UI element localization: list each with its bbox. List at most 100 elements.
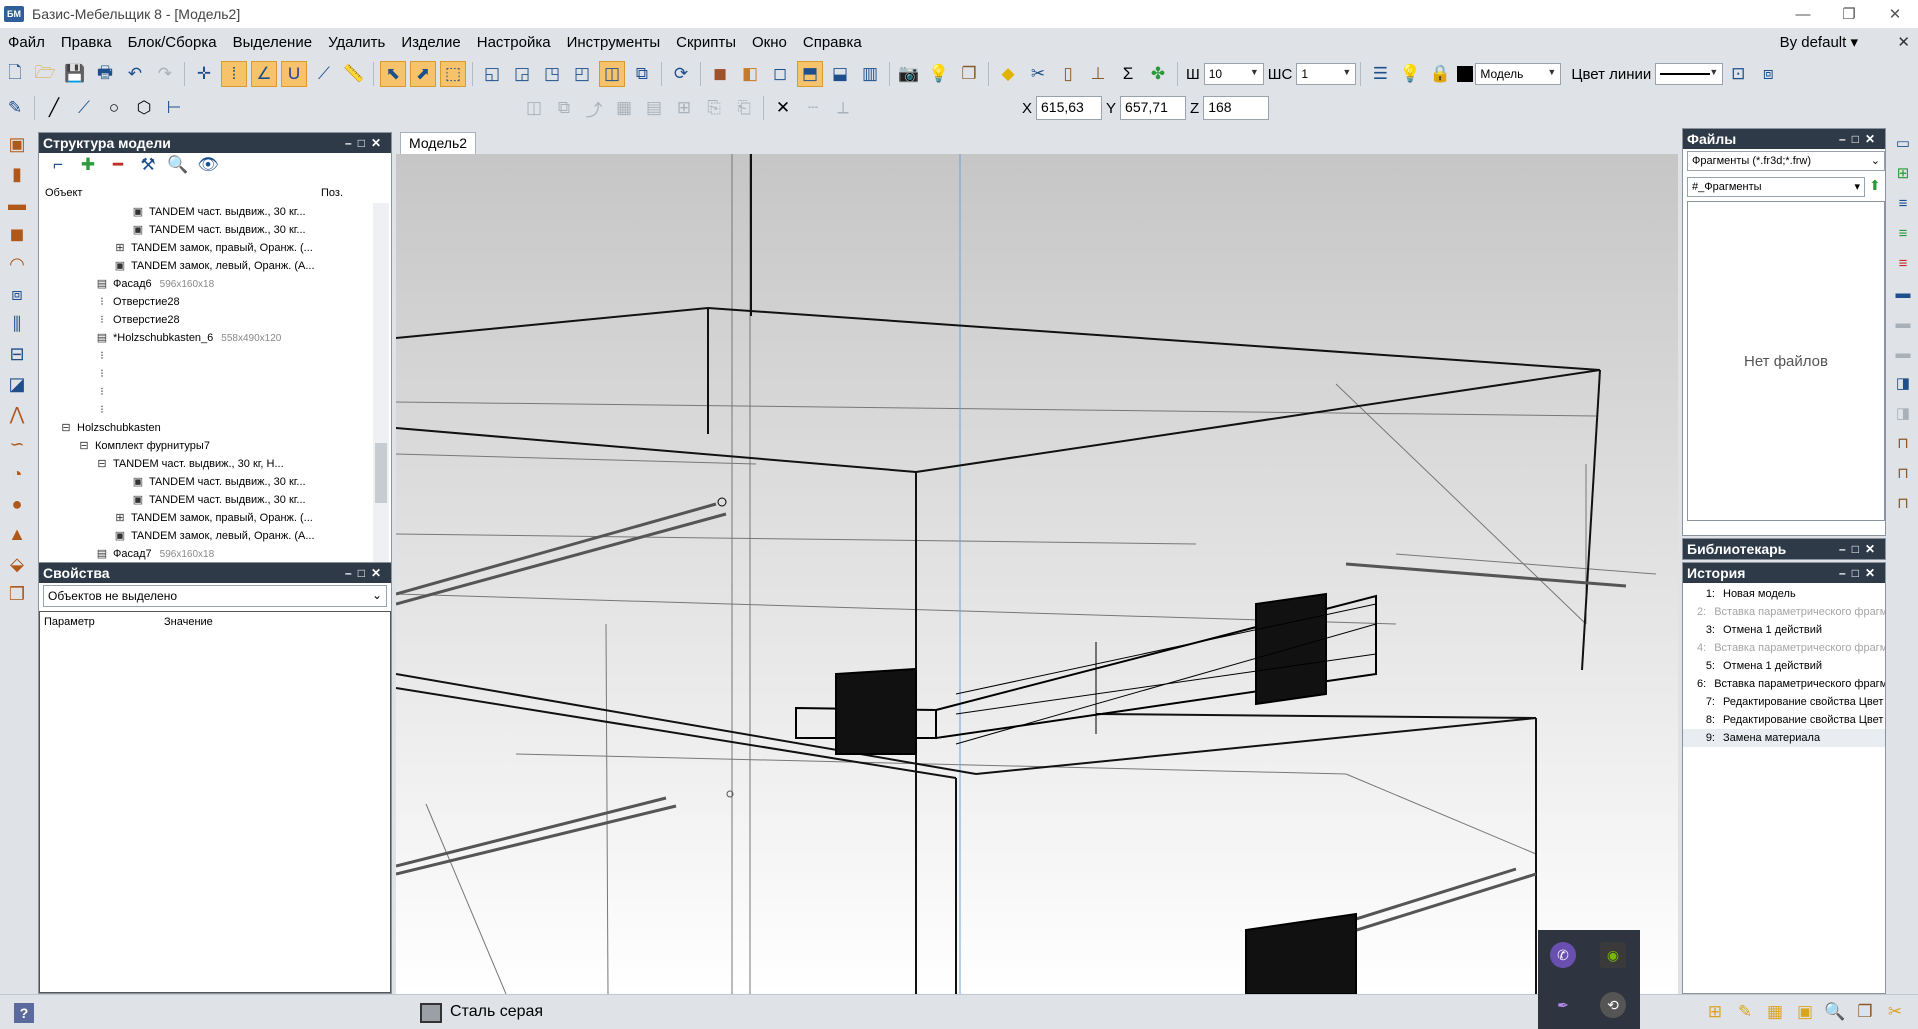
view-custom-icon[interactable]: ⧉ xyxy=(629,61,655,87)
rotate-view-icon[interactable]: ⟳ xyxy=(668,61,694,87)
mirror-icon[interactable]: ◫ xyxy=(521,95,547,121)
3d-viewport[interactable] xyxy=(396,154,1678,994)
copy-props-icon[interactable]: ⎘ xyxy=(701,95,727,121)
line-color-select[interactable]: ▼ xyxy=(1655,63,1724,85)
tree-row[interactable]: ⁝ xyxy=(41,383,367,401)
partition-icon[interactable]: ⫼ xyxy=(4,311,30,337)
history-item[interactable]: 2: Вставка параметрического фрагм xyxy=(1683,603,1885,621)
tree-row[interactable]: ▣ TANDEM замок, левый, Оранж. (А... xyxy=(41,527,367,545)
frame-icon[interactable]: ⧈ xyxy=(4,281,30,307)
door-icon[interactable]: ▯ xyxy=(1055,61,1081,87)
nvidia-icon[interactable]: ◉ xyxy=(1600,942,1626,968)
collapse-icon[interactable]: ⌐ xyxy=(45,152,71,178)
line-width-select[interactable]: 10 ▼ xyxy=(1203,63,1264,85)
history-item[interactable]: 4: Вставка параметрического фрагм xyxy=(1683,639,1885,657)
folder-up-icon[interactable]: ⬆ xyxy=(1869,177,1885,197)
view-right-icon[interactable]: ◰ xyxy=(569,61,595,87)
status-tool-4-icon[interactable]: ▣ xyxy=(1792,999,1818,1025)
facade-icon[interactable]: ◪ xyxy=(4,371,30,397)
panel-controls[interactable]: –□✕ xyxy=(1839,129,1881,149)
menu-close-button[interactable]: ✕ xyxy=(1897,28,1910,58)
profile-icon[interactable]: ⋀ xyxy=(4,401,30,427)
menu-file[interactable]: Файл xyxy=(0,28,53,58)
viber-icon[interactable]: ✆ xyxy=(1550,942,1576,968)
drill-remove-icon[interactable]: ⊓ xyxy=(1891,491,1915,515)
distribute-icon[interactable]: ▤ xyxy=(641,95,667,121)
layer-visible-icon[interactable]: 💡 xyxy=(1397,61,1423,87)
status-tool-3-icon[interactable]: ▦ xyxy=(1762,999,1788,1025)
close-button[interactable]: ✕ xyxy=(1872,0,1918,28)
menu-delete[interactable]: Удалить xyxy=(320,28,393,58)
tree-row[interactable]: ▣ TANDEM част. выдвиж., 30 кг... xyxy=(41,221,367,239)
tab-model2[interactable]: Модель2 xyxy=(400,132,477,154)
render-section-icon[interactable]: ▥ xyxy=(857,61,883,87)
tree-row[interactable]: ⊞ TANDEM замок, правый, Оранж. (... xyxy=(41,239,367,257)
history-item[interactable]: 9: Замена материала xyxy=(1683,729,1885,747)
vertical-panel-icon[interactable]: ▮ xyxy=(4,161,30,187)
select-all-icon[interactable]: ⬚ xyxy=(440,61,466,87)
view-left-icon[interactable]: ◳ xyxy=(539,61,565,87)
circle-tool-icon[interactable]: ○ xyxy=(101,95,127,121)
select-group-icon[interactable]: ⬈ xyxy=(410,61,436,87)
history-item[interactable]: 1: Новая модель xyxy=(1683,585,1885,603)
view-top-icon[interactable]: ◲ xyxy=(509,61,535,87)
menu-window[interactable]: Окно xyxy=(744,28,795,58)
ruler-icon[interactable]: 📏 xyxy=(341,61,367,87)
groove-remove-icon[interactable]: ▬ xyxy=(1891,341,1915,365)
array-icon[interactable]: ⧉ xyxy=(551,95,577,121)
history-item[interactable]: 7: Редактирование свойства Цвет xyxy=(1683,693,1885,711)
layer-lock-icon[interactable]: 🔒 xyxy=(1427,61,1453,87)
selection-select[interactable]: Объектов не выделено ⌄ xyxy=(43,585,387,607)
tree-row[interactable]: ⁝ xyxy=(41,347,367,365)
view-front-icon[interactable]: ◱ xyxy=(479,61,505,87)
fragment-icon[interactable]: ◆ xyxy=(995,61,1021,87)
slot-icon[interactable]: ◨ xyxy=(1891,371,1915,395)
history-item[interactable]: 5: Отмена 1 действий xyxy=(1683,657,1885,675)
menu-settings[interactable]: Настройка xyxy=(469,28,559,58)
tree-row[interactable]: ⁝ xyxy=(41,365,367,383)
horizontal-panel-icon[interactable]: ▬ xyxy=(4,191,30,217)
extend-icon[interactable]: ⟂ xyxy=(830,95,856,121)
edge-remove-icon[interactable]: ≡ xyxy=(1891,251,1915,275)
layers-icon[interactable]: ☰ xyxy=(1367,61,1393,87)
print-icon[interactable]: 🖶 xyxy=(92,61,118,87)
construction-line-icon[interactable]: ⟋ xyxy=(71,95,97,121)
find-icon[interactable]: 🔍 xyxy=(165,152,191,178)
file-filter-select[interactable]: Фрагменты (*.fr3d;*.frw) ⌄ xyxy=(1687,151,1885,171)
magnet-snap-icon[interactable]: U xyxy=(281,61,307,87)
zoom-fit-icon[interactable]: ⊡ xyxy=(1725,61,1751,87)
dimension-tool-icon[interactable]: ⊢ xyxy=(161,95,187,121)
history-item[interactable]: 8: Редактирование свойства Цвет xyxy=(1683,711,1885,729)
tools-icon[interactable]: ⚒ xyxy=(135,152,161,178)
render-outline-icon[interactable]: ⬓ xyxy=(827,61,853,87)
tree-row[interactable]: ⊞ TANDEM замок, правый, Оранж. (... xyxy=(41,509,367,527)
tree-row[interactable]: ⁝ xyxy=(41,401,367,419)
grid-snap-icon[interactable]: ⁞ xyxy=(221,61,247,87)
polygon-tool-icon[interactable]: ⬡ xyxy=(131,95,157,121)
box-icon[interactable]: ❒ xyxy=(4,581,30,607)
panel-add-icon[interactable]: ⊞ xyxy=(1891,161,1915,185)
line-style-select[interactable]: 1 ▼ xyxy=(1296,63,1357,85)
panel-controls[interactable]: –□✕ xyxy=(345,133,387,153)
help-icon[interactable]: ? xyxy=(14,1003,34,1023)
tree-row[interactable]: ⊟ Holzschubkasten xyxy=(41,419,367,437)
group-icon[interactable]: ⊞ xyxy=(671,95,697,121)
measure-icon[interactable]: ⊥ xyxy=(1085,61,1111,87)
zoom-icon[interactable]: 🔍 xyxy=(1822,999,1848,1025)
offset-icon[interactable]: ⤴ xyxy=(581,95,607,121)
slot-remove-icon[interactable]: ◨ xyxy=(1891,401,1915,425)
cone-icon[interactable]: ▲ xyxy=(4,521,30,547)
status-tool-6-icon[interactable]: ❒ xyxy=(1852,999,1878,1025)
redo-icon[interactable]: ↷ xyxy=(152,61,178,87)
menu-block-assembly[interactable]: Блок/Сборка xyxy=(120,28,225,58)
tree-row[interactable]: ⁝ Отверстие28 xyxy=(41,311,367,329)
new-file-icon[interactable]: 🗋 xyxy=(2,61,28,87)
bend-icon[interactable]: ∽ xyxy=(4,431,30,457)
tree-row[interactable]: ▤ Фасад7 596x160x18 xyxy=(41,545,367,563)
groove-add-icon[interactable]: ▬ xyxy=(1891,311,1915,335)
light-bulb-icon[interactable]: 💡 xyxy=(926,61,952,87)
render-hidden-icon[interactable]: ◻ xyxy=(767,61,793,87)
menu-edit[interactable]: Правка xyxy=(53,28,120,58)
tree-row[interactable]: ⊟ Комплект фурнитуры7 xyxy=(41,437,367,455)
scrollbar-thumb[interactable] xyxy=(375,443,387,503)
